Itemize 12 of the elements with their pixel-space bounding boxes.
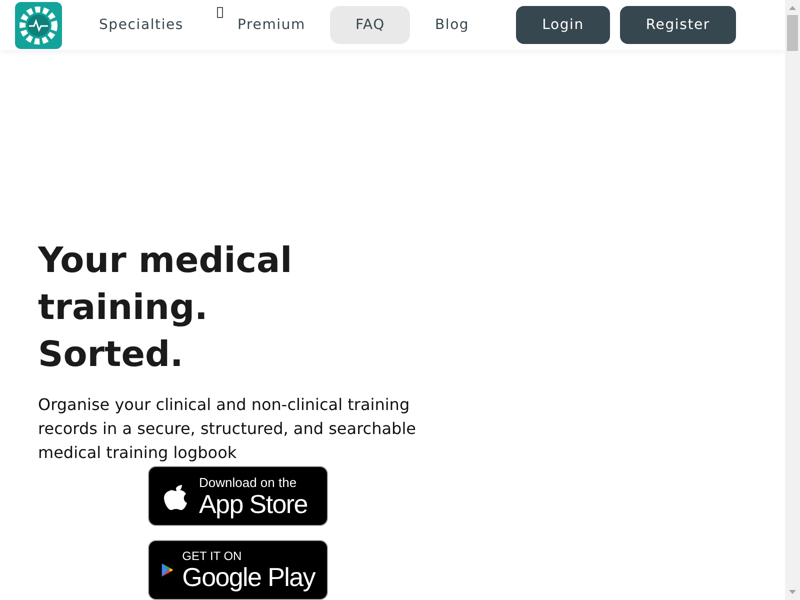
hero-description: Organise your clinical and non-clinical training records in a secure, structured, and searchable medical training logbook (38, 394, 417, 464)
login-button[interactable]: Login (516, 6, 610, 44)
nav-link[interactable]: Specialties (74, 6, 209, 44)
hero-heading: Your medical training. Sorted. (38, 240, 294, 377)
nav-link[interactable]: FAQ (330, 6, 410, 44)
nav-link[interactable]: Premium (212, 6, 330, 44)
store-badge[interactable]: GET IT ON Google Play (148, 540, 328, 600)
register-button[interactable]: Register (620, 6, 736, 44)
nav-link[interactable]: Blog (410, 6, 494, 44)
store-badge[interactable]: Download on the App Store (148, 466, 328, 526)
logo-icon[interactable] (15, 2, 62, 48)
scrollbar[interactable] (785, 0, 800, 600)
